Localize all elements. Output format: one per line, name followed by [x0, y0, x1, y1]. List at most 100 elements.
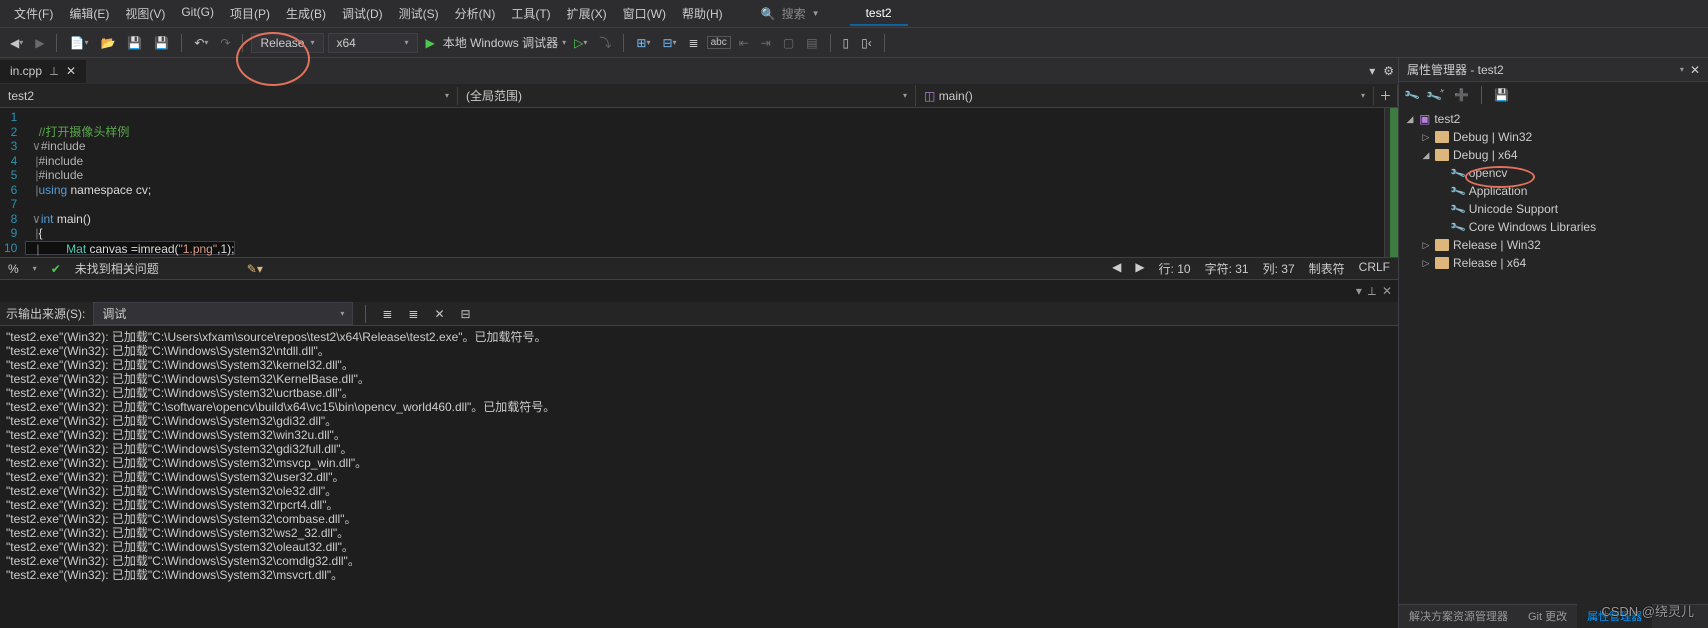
open-button[interactable]: 📂	[96, 34, 119, 52]
save-button[interactable]: 💾	[123, 34, 146, 52]
status-tabs[interactable]: 制表符	[1309, 260, 1345, 277]
menu-item[interactable]: 文件(F)	[6, 1, 61, 26]
output-find-button[interactable]: ≣	[378, 305, 396, 323]
issues-label[interactable]: 未找到相关问题	[75, 260, 159, 277]
menu-item[interactable]: 项目(P)	[222, 1, 278, 26]
pin-icon[interactable]: ⟂	[50, 64, 58, 79]
nav-split-button[interactable]: ＋	[1374, 85, 1398, 106]
start-debug-button[interactable]: ▶	[422, 34, 439, 52]
gear-icon[interactable]: ⚙	[1379, 62, 1398, 80]
output-goto-button[interactable]: ≣	[404, 305, 422, 323]
menu-item[interactable]: 调试(D)	[334, 1, 391, 26]
new-item-button[interactable]: 📄▾	[65, 34, 92, 52]
tree-row[interactable]: ▷ Debug | Win32	[1399, 128, 1708, 146]
add-icon[interactable]: ➕	[1454, 88, 1469, 102]
tree-label: Application	[1469, 184, 1528, 198]
zoom-label[interactable]: %	[8, 262, 19, 276]
expand-icon[interactable]: ◢	[1405, 114, 1415, 125]
file-tab[interactable]: in.cpp ⟂ ✕	[0, 60, 86, 83]
indent-in-button[interactable]: ⇥	[757, 34, 775, 52]
chevron-down-icon: ▼	[812, 9, 820, 18]
status-crlf[interactable]: CRLF	[1359, 260, 1390, 277]
bookmark-button[interactable]: ▯	[839, 34, 854, 52]
wrench-add-icon[interactable]: 🔧⁺	[1425, 85, 1448, 105]
output-wrap-button[interactable]: ⊟	[457, 305, 475, 323]
comment-button[interactable]: ≣	[685, 34, 703, 52]
tree-row[interactable]: 🔧Application	[1399, 182, 1708, 200]
wrench-icon: 🔧	[1449, 200, 1467, 218]
tree-row[interactable]: 🔧Unicode Support	[1399, 200, 1708, 218]
toolbox-button[interactable]: ⊞▾	[632, 34, 654, 52]
tree-root[interactable]: ◢ ▣ test2	[1399, 110, 1708, 128]
expand-icon[interactable]: ▷	[1421, 240, 1431, 251]
bottom-tab[interactable]: Git 更改	[1518, 604, 1577, 628]
scrollbar-indicator[interactable]	[1384, 108, 1398, 257]
bottom-tab[interactable]: 解决方案资源管理器	[1399, 604, 1518, 628]
tree-label: Debug | x64	[1453, 148, 1518, 162]
close-icon[interactable]: ✕	[1382, 284, 1392, 298]
folder-icon	[1435, 149, 1449, 161]
save-icon[interactable]: 💾	[1494, 88, 1509, 102]
pin-icon[interactable]: ⟂	[1368, 284, 1376, 299]
property-manager-panel: 属性管理器 - test2 ▾ ✕ 🔧 🔧⁺ ➕ 💾 ◢ ▣ test2 ▷De…	[1398, 58, 1708, 628]
tree-label: Debug | Win32	[1453, 130, 1532, 144]
menu-item[interactable]: 工具(T)	[503, 1, 558, 26]
nav-right-icon[interactable]: ▶	[1135, 260, 1144, 277]
close-icon[interactable]: ✕	[66, 64, 76, 78]
step-button[interactable]: ⤵	[595, 32, 615, 53]
nav-left-icon[interactable]: ◀	[1112, 260, 1121, 277]
solution-context-tab[interactable]: test2	[850, 2, 908, 26]
tree-row[interactable]: 🔧opencv	[1399, 164, 1708, 182]
menu-item[interactable]: 测试(S)	[391, 1, 447, 26]
expand-icon[interactable]: ▷	[1421, 132, 1431, 143]
menu-item[interactable]: 生成(B)	[278, 1, 334, 26]
back-button[interactable]: ◀▾	[6, 34, 27, 52]
abc-button[interactable]: abc	[707, 36, 731, 49]
menu-item[interactable]: 分析(N)	[447, 1, 504, 26]
nav-scope-dropdown[interactable]: (全局范围)▾	[458, 85, 916, 106]
output-clear-button[interactable]: ✕	[430, 305, 448, 323]
property-tree[interactable]: ◢ ▣ test2 ▷ Debug | Win32 ◢ Debug | x64 🔧ope…	[1399, 108, 1708, 604]
menu-item[interactable]: 帮助(H)	[674, 1, 731, 26]
start-without-debug-button[interactable]: ▷▾	[570, 34, 591, 52]
output-panel: ▾ ⟂ ✕ 示输出来源(S): 调试▾ ≣ ≣ ✕ ⊟ "test2.exe"(…	[0, 279, 1398, 628]
platform-dropdown[interactable]: x64▾	[328, 33, 418, 53]
search-box[interactable]: 🔍 搜索 ▼	[761, 5, 820, 22]
dropdown-icon[interactable]: ▾	[1680, 65, 1684, 74]
menu-item[interactable]: 窗口(W)	[615, 1, 674, 26]
tree-label: Release | Win32	[1453, 238, 1541, 252]
brush-icon[interactable]: ✎▾	[247, 262, 263, 276]
config-dropdown[interactable]: Release▾	[251, 33, 323, 53]
output-source-dropdown[interactable]: 调试▾	[93, 302, 353, 325]
format-button[interactable]: ▤	[802, 34, 821, 52]
menu-item[interactable]: 视图(V)	[117, 1, 173, 26]
redo-button[interactable]: ↷	[216, 34, 234, 52]
diagnostic-button[interactable]: ⊟▾	[658, 34, 680, 52]
indent-out-button[interactable]: ⇤	[735, 34, 753, 52]
debugger-label[interactable]: 本地 Windows 调试器	[443, 34, 558, 51]
uncomment-button[interactable]: ▢	[779, 34, 798, 52]
status-char: 字符: 31	[1205, 260, 1249, 277]
expand-icon[interactable]: ◢	[1421, 150, 1431, 161]
nav-project-dropdown[interactable]: test2▾	[0, 87, 458, 105]
undo-button[interactable]: ↶▾	[190, 34, 212, 52]
tree-row[interactable]: ◢ Debug | x64	[1399, 146, 1708, 164]
save-all-button[interactable]: 💾	[150, 34, 173, 52]
menu-item[interactable]: 扩展(X)	[559, 1, 615, 26]
output-text[interactable]: "test2.exe"(Win32): 已加载"C:\Users\xfxam\s…	[0, 326, 1398, 628]
nav-member-dropdown[interactable]: ◫ main()▾	[916, 87, 1374, 105]
menu-item[interactable]: 编辑(E)	[61, 1, 117, 26]
close-icon[interactable]: ✕	[1690, 63, 1700, 77]
cube-icon: ◫	[924, 89, 935, 103]
wrench-icon[interactable]: 🔧	[1403, 86, 1421, 104]
expand-icon[interactable]: ▷	[1421, 258, 1431, 269]
menu-item[interactable]: Git(G)	[173, 1, 222, 26]
forward-button[interactable]: ▶	[31, 34, 48, 52]
dropdown-icon[interactable]: ▾	[1356, 284, 1362, 298]
bookmark2-button[interactable]: ▯‹	[857, 34, 876, 52]
tab-dropdown-button[interactable]: ▾	[1365, 62, 1379, 80]
tree-row[interactable]: ▷Release | x64	[1399, 254, 1708, 272]
tree-row[interactable]: ▷ Release | Win32	[1399, 236, 1708, 254]
tree-row[interactable]: 🔧Core Windows Libraries	[1399, 218, 1708, 236]
code-editor[interactable]: 12345678910 //打开摄像头样例 ∨#include |#includ…	[0, 108, 1398, 257]
